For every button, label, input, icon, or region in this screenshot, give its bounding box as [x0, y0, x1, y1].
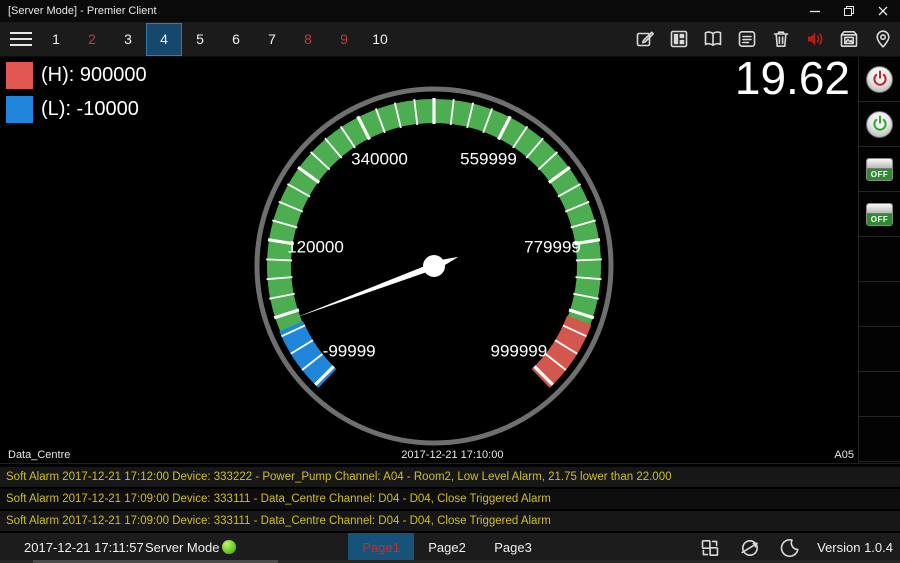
legend-item-low: (L): -10000: [6, 96, 147, 123]
tab-1[interactable]: 1: [38, 23, 74, 56]
rocker-switch[interactable]: OFF: [866, 203, 893, 226]
sample-timestamp: 2017-12-21 17:10:00: [70, 449, 834, 461]
page-tab-page2[interactable]: Page2: [414, 533, 480, 563]
sidebar-cell-9: [859, 417, 900, 462]
gauge-legend: (H): 900000 (L): -10000: [6, 62, 147, 130]
gauge-footer: Data_Centre 2017-12-21 17:10:00 A05: [0, 449, 856, 461]
edit-icon[interactable]: [628, 22, 662, 56]
window-title: [Server Mode] - Premier Client: [0, 5, 157, 17]
location-icon[interactable]: [866, 22, 900, 56]
window-controls: [798, 0, 900, 22]
gauge-tick-label: 999999: [490, 341, 547, 360]
sidebar-cell-6: [859, 282, 900, 327]
sidebar-cell-4[interactable]: OFF: [859, 192, 900, 237]
power-button[interactable]: [866, 111, 893, 138]
close-button[interactable]: [866, 0, 900, 22]
swap-layout-icon[interactable]: [690, 533, 730, 563]
alarm-list: Soft Alarm 2017-12-21 17:12:00 Device: 3…: [0, 463, 900, 533]
minimize-button[interactable]: [798, 0, 832, 22]
tab-5[interactable]: 5: [182, 23, 218, 56]
page-tab-page1[interactable]: Page1: [348, 533, 414, 563]
gauge-hub: [423, 255, 445, 277]
sidebar-cell-2[interactable]: [859, 102, 900, 147]
page-number-tabs: 12345678910: [38, 23, 398, 56]
alarm-row[interactable]: Soft Alarm 2017-12-21 17:09:00 Device: 3…: [0, 511, 900, 531]
channel-code: A05: [834, 449, 856, 461]
legend-swatch: [6, 62, 33, 89]
night-mode-icon[interactable]: [770, 533, 810, 563]
hamburger-menu-icon[interactable]: [10, 29, 34, 49]
server-status-indicator: [222, 540, 236, 554]
gauge-minor-tick: [266, 259, 292, 260]
power-button[interactable]: [866, 66, 893, 93]
sidebar-cell-7: [859, 327, 900, 372]
status-bar-icons: [690, 533, 810, 563]
device-name: Data_Centre: [0, 449, 70, 461]
sidebar-cell-3[interactable]: OFF: [859, 147, 900, 192]
tab-10[interactable]: 10: [362, 23, 398, 56]
gauge-tick-label: 779999: [524, 238, 581, 257]
legend-label: (H): 900000: [41, 64, 147, 87]
switch-state-label: OFF: [867, 169, 892, 181]
control-sidebar: OFF OFF: [858, 57, 900, 463]
tab-2[interactable]: 2: [74, 23, 110, 56]
gauge-tick-label: 559999: [460, 150, 517, 169]
server-mode-label: Server Mode: [145, 540, 219, 555]
layout-icon[interactable]: [662, 22, 696, 56]
title-bar: [Server Mode] - Premier Client: [0, 0, 900, 22]
gauge-minor-tick: [576, 259, 602, 260]
alarm-row[interactable]: Soft Alarm 2017-12-21 17:12:00 Device: 3…: [0, 467, 900, 487]
status-bar: 2017-12-21 17:11:57 Server Mode Page1Pag…: [0, 533, 900, 563]
premier-client-window: [Server Mode] - Premier Client 123456789…: [0, 0, 900, 563]
page-tabs: Page1Page2Page3: [348, 533, 546, 563]
tab-7[interactable]: 7: [254, 23, 290, 56]
status-clock: 2017-12-21 17:11:57: [24, 540, 144, 555]
gauge-tick-label: 120000: [287, 238, 344, 257]
rocker-switch[interactable]: OFF: [866, 158, 893, 181]
gauge-tick-label: -99999: [323, 341, 376, 360]
tab-9[interactable]: 9: [326, 23, 362, 56]
alarm-row[interactable]: Soft Alarm 2017-12-21 17:09:00 Device: 3…: [0, 489, 900, 509]
gauge-needle: [295, 263, 435, 318]
version-label: Version 1.0.4: [817, 540, 893, 555]
legend-item-high: (H): 900000: [6, 62, 147, 89]
restore-button[interactable]: [832, 0, 866, 22]
current-value-readout: 19.62: [735, 51, 850, 105]
tab-4[interactable]: 4: [146, 23, 182, 56]
tab-8[interactable]: 8: [290, 23, 326, 56]
gauge-panel: (H): 900000(L): -10000 19.62 -9999912000…: [0, 57, 900, 463]
tab-6[interactable]: 6: [218, 23, 254, 56]
tab-3[interactable]: 3: [110, 23, 146, 56]
legend-label: (L): -10000: [41, 98, 139, 121]
switch-rocker: [867, 204, 892, 214]
switch-state-label: OFF: [867, 214, 892, 226]
sidebar-cell-1[interactable]: [859, 57, 900, 102]
page-tab-page3[interactable]: Page3: [480, 533, 546, 563]
sidebar-cell-8: [859, 372, 900, 417]
sidebar-cell-5: [859, 237, 900, 282]
logbook-icon[interactable]: [696, 22, 730, 56]
sync-icon[interactable]: [730, 533, 770, 563]
legend-swatch: [6, 96, 33, 123]
switch-rocker: [867, 159, 892, 169]
gauge-tick-label: 340000: [351, 150, 408, 169]
